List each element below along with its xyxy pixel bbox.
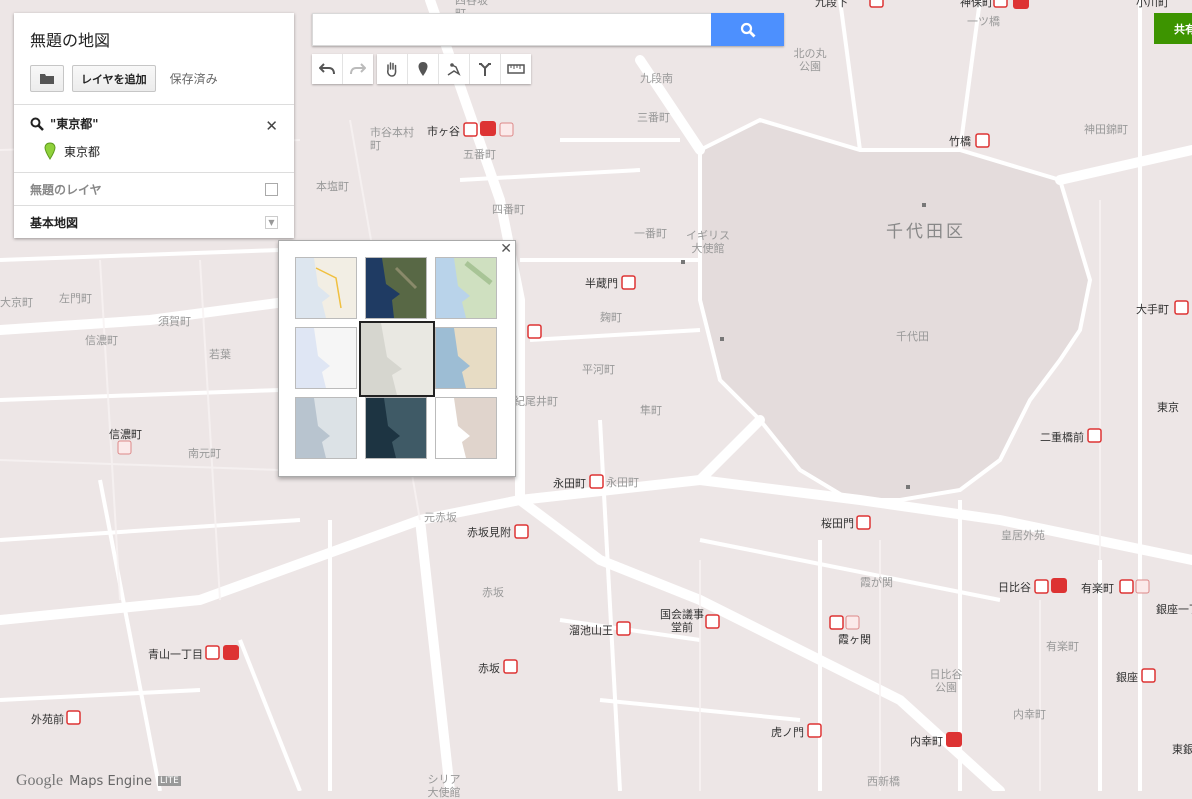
search-button[interactable] xyxy=(711,13,784,46)
basemap-option-satellite[interactable] xyxy=(365,257,427,319)
basemap-thumb-satellite xyxy=(366,258,426,318)
basemap-thumb-simple-atlas xyxy=(436,328,496,388)
add-marker-button[interactable] xyxy=(408,54,439,84)
basemap-option-light-political[interactable] xyxy=(295,327,357,389)
directions-icon xyxy=(479,63,491,76)
map-title[interactable]: 無題の地図 xyxy=(30,27,278,51)
undo-icon xyxy=(319,63,335,75)
marker-icon xyxy=(418,62,428,76)
search-icon xyxy=(740,22,755,37)
search-input[interactable] xyxy=(312,13,711,46)
basemap-thumb-mono-city xyxy=(361,323,433,395)
panel-header: 無題の地図 レイヤを追加 保存済み xyxy=(14,13,294,105)
chevron-down-icon[interactable]: ▼ xyxy=(265,215,278,229)
redo-icon xyxy=(350,63,366,75)
footer-branding: Google Maps Engine LITE xyxy=(16,772,181,790)
layer-name: 無題のレイヤ xyxy=(30,182,102,197)
close-icon[interactable]: ✕ xyxy=(265,117,278,135)
directions-button[interactable] xyxy=(470,54,501,84)
basemap-option-dark-landmass[interactable] xyxy=(365,397,427,459)
hand-icon xyxy=(387,62,397,77)
basemap-option-light-landmass[interactable] xyxy=(295,397,357,459)
draw-line-button[interactable] xyxy=(439,54,470,84)
lite-badge: LITE xyxy=(158,776,181,786)
draw-line-icon xyxy=(447,63,461,76)
add-layer-button[interactable]: レイヤを追加 xyxy=(72,65,156,92)
search-query-label: "東京都" xyxy=(50,117,99,131)
saved-status: 保存済み xyxy=(169,72,218,86)
search-result-label: 東京都 xyxy=(64,144,101,159)
measure-button[interactable] xyxy=(501,54,531,84)
basemap-option-whitewater[interactable] xyxy=(435,397,497,459)
search-result-item[interactable]: 東京都 xyxy=(30,142,278,160)
search-icon xyxy=(30,117,44,131)
base-map-row[interactable]: 基本地図 ▼ xyxy=(14,206,294,238)
map-toolbar xyxy=(312,54,531,84)
redo-button[interactable] xyxy=(343,54,373,84)
basemap-thumb-map xyxy=(296,258,356,318)
maps-engine-label: Maps Engine xyxy=(69,773,153,789)
undo-button[interactable] xyxy=(312,54,343,84)
map-search-bar xyxy=(312,13,784,46)
basemap-picker: ✕ xyxy=(278,240,516,477)
folder-icon xyxy=(40,74,54,84)
basemap-option-simple-atlas[interactable] xyxy=(435,327,497,389)
layers-panel: 無題の地図 レイヤを追加 保存済み "東京都" ✕ 東京都 無題のレイヤ 基本地… xyxy=(14,13,294,238)
basemap-thumb-light-landmass xyxy=(296,398,356,458)
layer-untitled[interactable]: 無題のレイヤ xyxy=(14,173,294,206)
ruler-icon xyxy=(507,64,525,74)
green-pin-icon xyxy=(44,142,56,160)
basemap-thumb-terrain xyxy=(436,258,496,318)
pan-tool-button[interactable] xyxy=(377,54,408,84)
basemap-thumb-light-political xyxy=(296,328,356,388)
basemap-option-mono-city[interactable] xyxy=(359,321,435,397)
google-logo: Google xyxy=(16,772,64,789)
basemap-thumb-whitewater xyxy=(436,398,496,458)
basemap-thumb-dark-landmass xyxy=(366,398,426,458)
search-results-layer: "東京都" ✕ 東京都 xyxy=(14,105,294,173)
base-map-label: 基本地図 xyxy=(30,215,79,230)
layer-visibility-checkbox[interactable] xyxy=(265,182,278,196)
share-button[interactable]: 共有 xyxy=(1154,13,1192,44)
basemap-option-map[interactable] xyxy=(295,257,357,319)
basemap-option-terrain[interactable] xyxy=(435,257,497,319)
close-icon[interactable]: ✕ xyxy=(500,241,512,257)
open-map-button[interactable] xyxy=(30,65,64,92)
